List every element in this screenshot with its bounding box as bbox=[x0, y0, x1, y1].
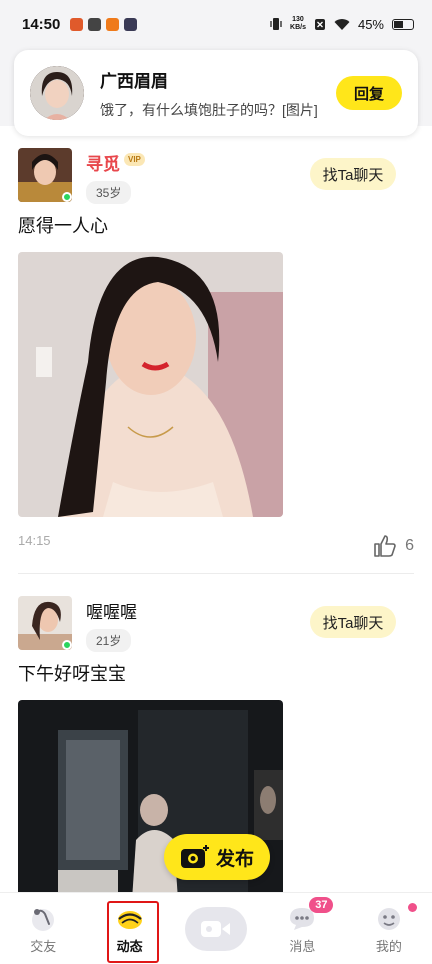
moments-feed[interactable]: 寻觅 VIP 35岁 找Ta聊天 愿得一人心 14:15 6 喔喔喔 21岁 找… bbox=[0, 126, 432, 892]
nav-label-friends: 交友 bbox=[30, 939, 57, 954]
play-notification-icon bbox=[124, 17, 138, 31]
publish-button[interactable]: 发布 bbox=[164, 834, 270, 880]
notification-dot bbox=[407, 903, 417, 912]
video-button bbox=[185, 906, 248, 951]
like-button[interactable]: 6 bbox=[373, 535, 414, 557]
battery-icon bbox=[392, 18, 414, 30]
post-photo[interactable] bbox=[18, 252, 283, 517]
post-card[interactable]: 寻觅 VIP 35岁 找Ta聊天 愿得一人心 14:15 6 bbox=[0, 126, 432, 574]
net-speed-value: 130 bbox=[292, 16, 304, 23]
app-screen: 14:50 130 KB/s 45% 寻觅 VIP 35岁 找Ta聊天 愿得一人… bbox=[0, 0, 432, 964]
post-meta: 14:15 6 bbox=[18, 517, 414, 567]
reply-button[interactable]: 回复 bbox=[336, 76, 402, 110]
app-notification-icon bbox=[70, 17, 84, 31]
nav-label-profile: 我的 bbox=[375, 939, 402, 954]
wifi-icon bbox=[334, 18, 350, 30]
message-notification[interactable]: 广西眉眉 饿了，有什么填饱肚子的吗？[图片] 回复 bbox=[14, 50, 418, 136]
post-text: 愿得一人心 bbox=[18, 216, 108, 236]
battery-percent: 45% bbox=[357, 16, 384, 32]
like-count: 6 bbox=[405, 537, 414, 554]
online-status-dot bbox=[62, 192, 72, 202]
chat-button[interactable]: 找Ta聊天 bbox=[310, 158, 396, 190]
nav-item-video[interactable] bbox=[173, 893, 259, 964]
profile-icon bbox=[377, 908, 400, 930]
notification-content: 广西眉眉 饿了，有什么填饱肚子的吗？[图片] bbox=[100, 67, 336, 120]
camera-icon bbox=[180, 845, 209, 868]
notification-avatar bbox=[30, 66, 84, 120]
friends-icon bbox=[32, 909, 55, 931]
no-sim-icon bbox=[314, 18, 325, 30]
unread-badge: 37 bbox=[309, 897, 334, 913]
user-name[interactable]: 喔喔喔 bbox=[86, 598, 137, 623]
post-header: 寻觅 VIP 35岁 找Ta聊天 bbox=[18, 148, 414, 208]
user-name[interactable]: 寻觅 bbox=[86, 150, 120, 175]
vip-badge: VIP bbox=[124, 153, 145, 166]
nav-item-messages[interactable]: 37 消息 bbox=[259, 893, 345, 964]
mail-notification-icon bbox=[88, 17, 102, 31]
net-speed: 130 KB/s bbox=[290, 16, 306, 32]
post-time: 14:15 bbox=[18, 533, 51, 548]
post-photo-image bbox=[18, 252, 283, 517]
net-speed-unit: KB/s bbox=[290, 24, 306, 31]
online-status-dot bbox=[62, 640, 72, 650]
nav-item-friends[interactable]: 交友 bbox=[0, 893, 86, 964]
status-bar: 14:50 130 KB/s 45% bbox=[0, 0, 432, 48]
status-time: 14:50 bbox=[22, 15, 61, 33]
publish-label: 发布 bbox=[215, 848, 254, 870]
post-header: 喔喔喔 21岁 找Ta聊天 bbox=[18, 596, 414, 656]
nav-item-moments[interactable]: 动态 bbox=[86, 893, 172, 964]
video-icon bbox=[201, 920, 231, 937]
age-badge: 21岁 bbox=[86, 629, 132, 652]
notification-message: 饿了，有什么填饱肚子的吗？[图片] bbox=[100, 101, 318, 118]
nav-item-profile[interactable]: 我的 bbox=[346, 893, 432, 964]
vibrate-icon bbox=[270, 18, 282, 30]
nav-label-messages: 消息 bbox=[289, 939, 316, 954]
selection-highlight bbox=[107, 901, 160, 963]
post-text: 下午好呀宝宝 bbox=[18, 664, 126, 684]
post-divider bbox=[18, 573, 414, 574]
shop-notification-icon bbox=[106, 17, 120, 31]
status-right: 130 KB/s 45% bbox=[270, 16, 414, 32]
chat-button[interactable]: 找Ta聊天 bbox=[310, 606, 396, 638]
thumbs-up-icon bbox=[374, 535, 396, 557]
bottom-nav: 交友 动态 37 消息 我的 bbox=[0, 892, 432, 964]
age-badge: 35岁 bbox=[86, 181, 132, 204]
notification-sender: 广西眉眉 bbox=[100, 71, 168, 91]
